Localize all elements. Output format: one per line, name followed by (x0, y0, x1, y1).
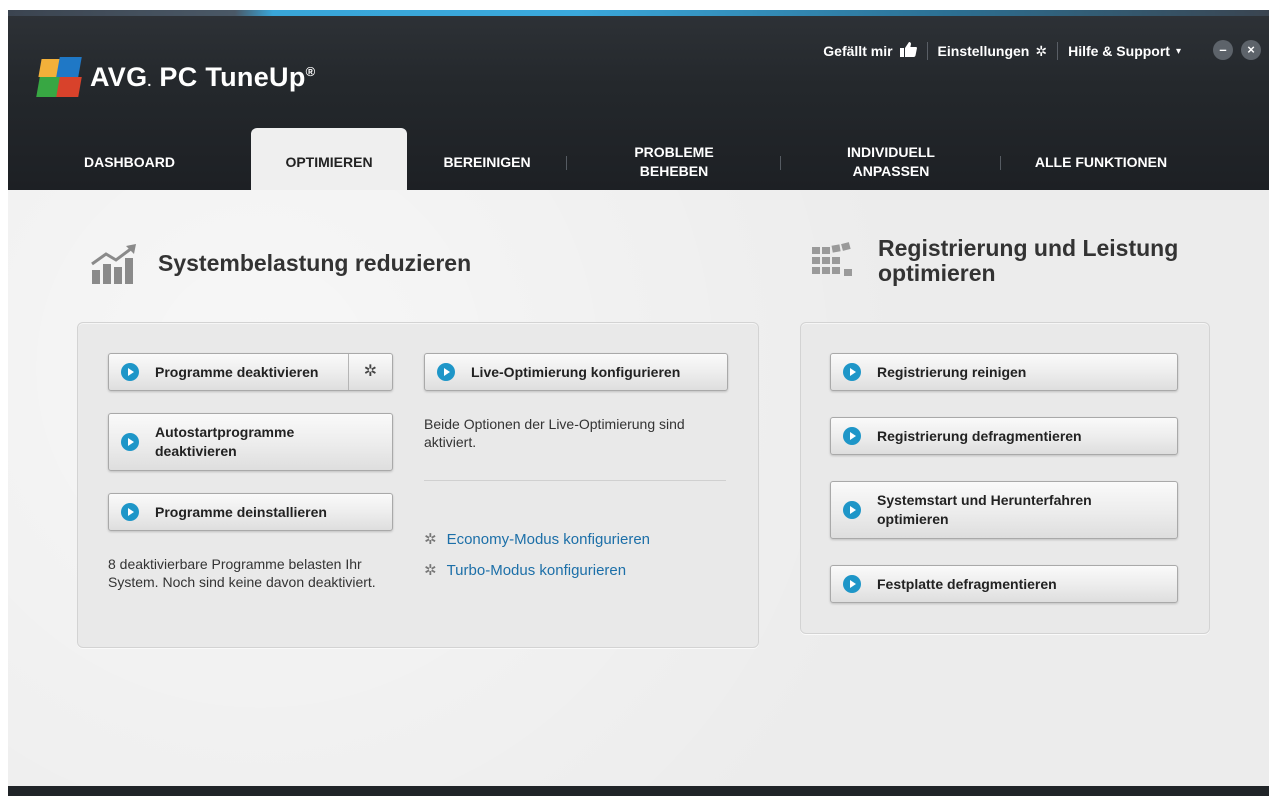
bottom-bar (8, 786, 1269, 796)
right-panel: Registrierung reinigen Registrierung def… (800, 322, 1210, 634)
header: AVG. PC TuneUp® Gefällt mir Einstellunge… (8, 16, 1269, 196)
play-circle-icon (843, 363, 861, 381)
live-status-text: Beide Optionen der Live-Optimierung sind… (424, 416, 685, 451)
play-circle-icon (121, 433, 139, 451)
festplatte-defragmentieren-button[interactable]: Festplatte defragmentieren (830, 565, 1178, 603)
tab-label: OPTIMIEREN (285, 153, 373, 170)
content-area: Systembelastung reduzieren Registrierung… (8, 190, 1269, 786)
left-section-title: Systembelastung reduzieren (158, 250, 472, 277)
play-circle-icon (121, 363, 139, 381)
link-label: Turbo-Modus konfigurieren (446, 561, 627, 579)
button-label: Registrierung defragmentieren (877, 427, 1082, 444)
app-window: AVG. PC TuneUp® Gefällt mir Einstellunge… (8, 10, 1269, 796)
help-label: Hilfe & Support (1068, 43, 1170, 59)
button-label: Festplatte defragmentieren (877, 575, 1057, 592)
button-label: Registrierung reinigen (877, 363, 1027, 380)
chevron-down-icon: ▾ (1175, 45, 1181, 57)
gear-icon: ✲ (424, 562, 437, 579)
tab-label: INDIVIDUELL ANPASSEN (847, 144, 935, 179)
link-label: Economy-Modus konfigurieren (446, 530, 651, 548)
programs-status-text: 8 deaktivierbare Programme belasten Ihr … (108, 556, 376, 591)
button-label: Programme deinstallieren (155, 503, 327, 520)
like-label: Gefällt mir (823, 43, 893, 59)
play-circle-icon (437, 363, 455, 381)
play-circle-icon (121, 503, 139, 521)
tab-label: BEREINIGEN (443, 153, 531, 170)
window-controls: – × (1213, 40, 1261, 60)
avg-logo-icon (36, 55, 84, 99)
utility-menu: Gefällt mir Einstellungen ✲ Hilfe & Supp… (823, 42, 1181, 60)
tab-dashboard[interactable]: DASHBOARD (8, 128, 251, 196)
right-section-header: Registrierung und Leistung optimieren (810, 235, 1179, 287)
live-optimierung-button[interactable]: Live-Optimierung konfigurieren (424, 353, 728, 391)
tab-label: ALLE FUNKTIONEN (1034, 153, 1168, 170)
tab-alle-funktionen[interactable]: ALLE FUNKTIONEN (1001, 128, 1201, 196)
close-button[interactable]: × (1241, 40, 1261, 60)
registry-blocks-icon (810, 239, 858, 283)
turbo-mode-link[interactable]: ✲ Turbo-Modus konfigurieren (424, 561, 627, 580)
play-circle-icon (843, 501, 861, 519)
minimize-button[interactable]: – (1213, 40, 1233, 60)
tab-bereinigen[interactable]: BEREINIGEN (407, 128, 567, 196)
tab-individuell-anpassen[interactable]: INDIVIDUELL ANPASSEN (781, 128, 1001, 196)
thumbs-up-icon (899, 42, 917, 60)
product-name: PC TuneUp (159, 61, 306, 92)
help-support-link[interactable]: Hilfe & Support ▾ (1068, 43, 1181, 59)
programme-deinstallieren-button[interactable]: Programme deinstallieren (108, 493, 393, 531)
systemstart-optimieren-button[interactable]: Systemstart und Herunterfahren optimiere… (830, 481, 1178, 539)
gear-icon: ✲ (424, 531, 437, 548)
utility-separator (1057, 42, 1059, 60)
autostartprogramme-button[interactable]: Autostartprogramme deaktivieren (108, 413, 393, 471)
chart-growth-icon (90, 242, 138, 286)
tab-label: DASHBOARD (84, 153, 175, 170)
tab-optimieren[interactable]: OPTIMIEREN (251, 128, 407, 196)
gear-icon[interactable]: ✲ (348, 354, 392, 390)
play-circle-icon (843, 575, 861, 593)
button-label: Programme deaktivieren (155, 363, 319, 380)
gear-icon: ✲ (1035, 42, 1048, 59)
button-label: Live-Optimierung konfigurieren (471, 363, 681, 380)
settings-label: Einstellungen (937, 43, 1030, 59)
programme-deaktivieren-button[interactable]: Programme deaktivieren ✲ (108, 353, 393, 391)
main-tabs: DASHBOARD OPTIMIEREN BEREINIGEN PROBLEME… (8, 128, 1269, 196)
like-link[interactable]: Gefällt mir (823, 42, 917, 60)
settings-link[interactable]: Einstellungen ✲ (938, 43, 1048, 60)
button-label: Systemstart und Herunterfahren optimiere… (877, 492, 1092, 527)
registrierung-defragmentieren-button[interactable]: Registrierung defragmentieren (830, 417, 1178, 455)
right-section-title: Registrierung und Leistung optimieren (878, 235, 1179, 287)
divider (424, 480, 726, 481)
brand-name: AVG (90, 61, 148, 92)
left-panel: Programme deaktivieren ✲ Autostartprogra… (77, 322, 759, 648)
app-title: AVG. PC TuneUp® (90, 61, 316, 92)
app-logo: AVG. PC TuneUp® (36, 52, 316, 102)
economy-mode-link[interactable]: ✲ Economy-Modus konfigurieren (424, 530, 651, 549)
utility-separator (926, 42, 928, 60)
button-label: Autostartprogramme deaktivieren (155, 424, 295, 459)
play-circle-icon (843, 427, 861, 445)
registered-mark: ® (305, 63, 316, 79)
tab-label: PROBLEME BEHEBEN (634, 144, 714, 179)
tab-probleme-beheben[interactable]: PROBLEME BEHEBEN (567, 128, 781, 196)
registrierung-reinigen-button[interactable]: Registrierung reinigen (830, 353, 1178, 391)
left-section-header: Systembelastung reduzieren (90, 242, 471, 286)
